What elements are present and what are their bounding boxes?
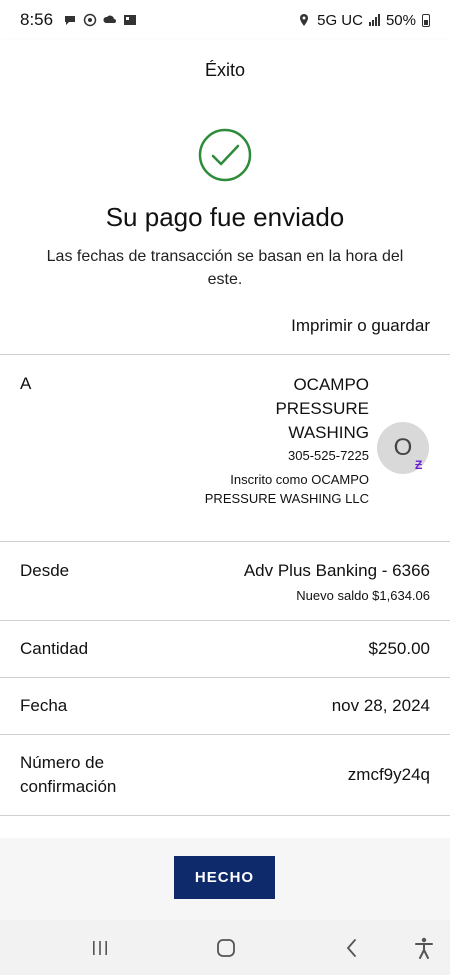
recipient-phone: 305-525-7225	[288, 448, 369, 463]
from-label: Desde	[20, 561, 70, 580]
accessibility-icon	[415, 937, 433, 959]
confirmation-number: zmcf9y24q	[347, 765, 430, 784]
zelle-icon: Ƶ	[415, 458, 423, 472]
home-icon	[217, 939, 235, 957]
page-header: Éxito	[0, 40, 450, 100]
status-right: 5G UC 50%	[297, 12, 430, 29]
battery-icon	[422, 13, 430, 27]
page-title: Éxito	[204, 59, 246, 80]
divider	[0, 815, 450, 816]
back-chevron-icon	[346, 939, 356, 957]
print-or-save-link[interactable]: Imprimir o guardar	[291, 316, 430, 336]
battery-percent: 50%	[385, 11, 416, 29]
success-section: Su pago fue enviado Las fechas de transa…	[0, 100, 450, 355]
from-account: Adv Plus Banking - 6366	[243, 561, 430, 580]
gallery-icon	[124, 15, 137, 25]
divider	[0, 677, 450, 678]
accessibility-button[interactable]	[412, 936, 436, 960]
divider	[0, 354, 450, 355]
amount-label: Cantidad	[20, 639, 89, 658]
status-time: 8:56	[20, 10, 54, 29]
confirmation-label: Número de confirmación	[20, 753, 117, 796]
divider	[0, 541, 450, 542]
new-balance: Nuevo saldo $1,634.06	[296, 588, 430, 603]
date-value: nov 28, 2024	[331, 696, 430, 715]
amount-value: $250.00	[368, 639, 430, 658]
back-button[interactable]	[340, 936, 364, 960]
status-left: 8:56	[20, 10, 137, 30]
divider	[0, 734, 450, 735]
home-button[interactable]	[214, 936, 238, 960]
status-bar: 8:56 5G UC 50%	[0, 0, 450, 40]
recipient-label: A	[20, 374, 32, 393]
whatsapp-icon	[83, 13, 97, 27]
bottom-action-area: HECHO	[0, 838, 450, 920]
location-icon	[300, 14, 309, 26]
recipient-registered-as: Inscrito como OCAMPO PRESSURE WASHING LL…	[204, 472, 369, 506]
system-nav-bar	[0, 920, 450, 975]
signal-icon	[368, 14, 380, 26]
divider	[0, 620, 450, 621]
cloud-icon	[103, 15, 117, 23]
success-subtitle: Las fechas de transacción se basan en la…	[46, 248, 404, 288]
check-circle-icon	[198, 128, 252, 182]
recent-apps-button[interactable]	[88, 936, 112, 960]
success-title: Su pago fue enviado	[105, 202, 345, 232]
recipient-name: OCAMPO PRESSURE WASHING	[275, 375, 369, 442]
chat-bubble-icon	[65, 16, 76, 25]
network-type: 5G UC	[317, 11, 363, 29]
avatar-letter: O	[393, 434, 413, 461]
date-label: Fecha	[20, 696, 68, 715]
recent-apps-icon	[93, 941, 107, 955]
done-button[interactable]: HECHO	[174, 856, 275, 899]
